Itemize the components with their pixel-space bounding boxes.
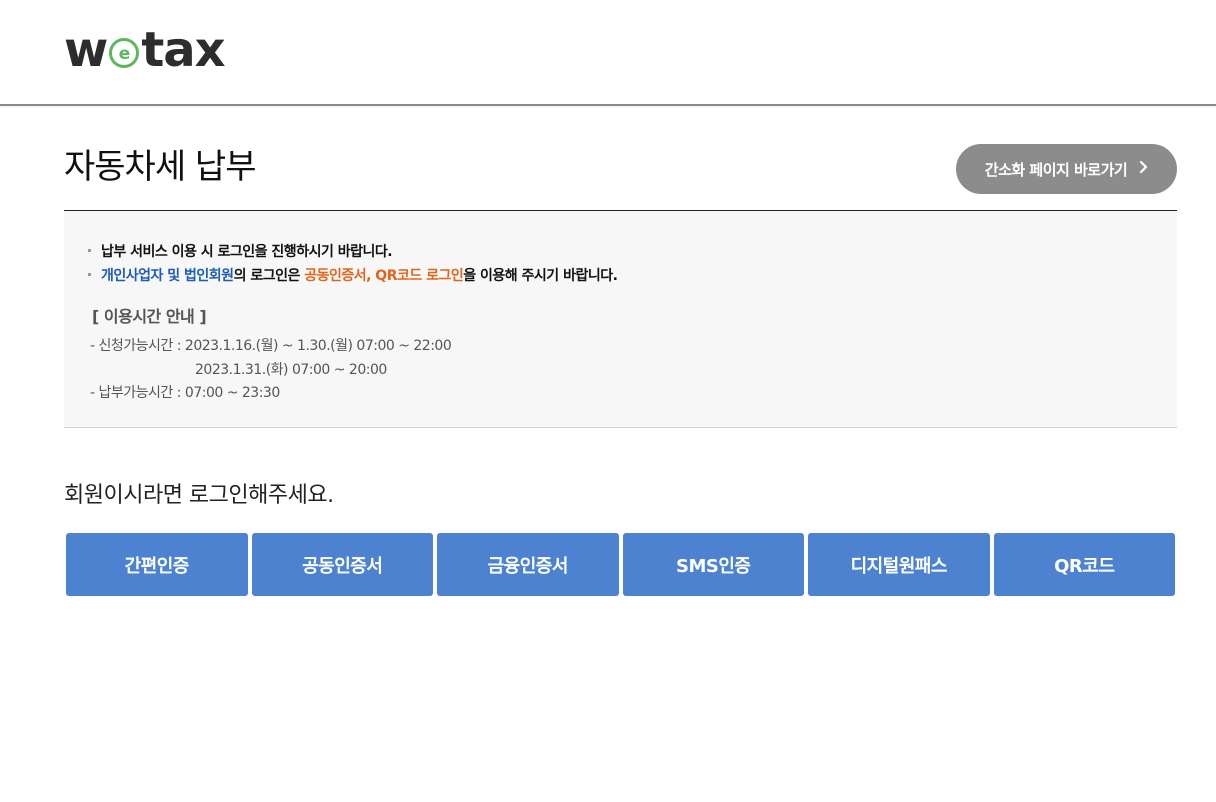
pay-hours-label: - 납부가능시간 : — [90, 385, 185, 401]
digital-onepass-button[interactable]: 디지털원패스 — [808, 533, 990, 596]
notice-line-1: 납부 서비스 이용 시 로그인을 진행하시기 바랍니다. — [88, 241, 393, 261]
login-message: 회원이시라면 로그인해주세요. — [64, 483, 334, 508]
sms-auth-button[interactable]: SMS인증 — [622, 533, 804, 596]
apply-hours-line-2: 2023.1.31.(화) 07:00 ~ 20:00 — [195, 362, 387, 378]
title-row: 자동차세 납부 간소화 페이지 바로가기 — [64, 135, 1177, 195]
wetax-logo[interactable]: w e tax — [64, 22, 226, 78]
highlight-business-members: 개인사업자 및 법인회원 — [101, 268, 234, 284]
svg-text:e: e — [119, 44, 130, 64]
site-header: w e tax — [0, 0, 1216, 106]
bullet-icon — [88, 248, 91, 252]
apply-hours-line-1: - 신청가능시간 : 2023.1.16.(월) ~ 1.30.(월) 07:0… — [90, 338, 452, 354]
auth-button-row: 간편인증 공동인증서 금융인증서 SMS인증 디지털원패스 QR코드 — [66, 533, 1175, 596]
hours-title: [ 이용시간 안내 ] — [92, 307, 207, 326]
financial-certificate-button[interactable]: 금융인증서 — [437, 533, 619, 596]
qr-code-button[interactable]: QR코드 — [993, 533, 1175, 596]
simple-page-button-label: 간소화 페이지 바로가기 — [984, 160, 1128, 179]
notice-box: 납부 서비스 이용 시 로그인을 진행하시기 바랍니다. 개인사업자 및 법인회… — [64, 210, 1177, 428]
highlight-login-methods: 공동인증서, QR코드 로그인 — [304, 268, 464, 284]
notice-line-2: 개인사업자 및 법인회원의 로그인은 공동인증서, QR코드 로그인을 이용해 … — [88, 265, 618, 285]
logo-e-icon: e — [108, 37, 140, 69]
joint-certificate-button[interactable]: 공동인증서 — [251, 533, 433, 596]
logo-text-right: tax — [141, 22, 225, 78]
page-title: 자동차세 납부 — [64, 147, 256, 187]
logo-text-left: w — [64, 22, 108, 78]
bullet-icon — [88, 272, 91, 276]
pay-hours-line: - 납부가능시간 : 07:00 ~ 23:30 — [90, 385, 280, 401]
apply-hours-label: - 신청가능시간 : — [90, 338, 185, 354]
simple-auth-button[interactable]: 간편인증 — [66, 533, 248, 596]
simple-page-button[interactable]: 간소화 페이지 바로가기 — [956, 144, 1177, 194]
chevron-right-icon — [1139, 160, 1148, 178]
